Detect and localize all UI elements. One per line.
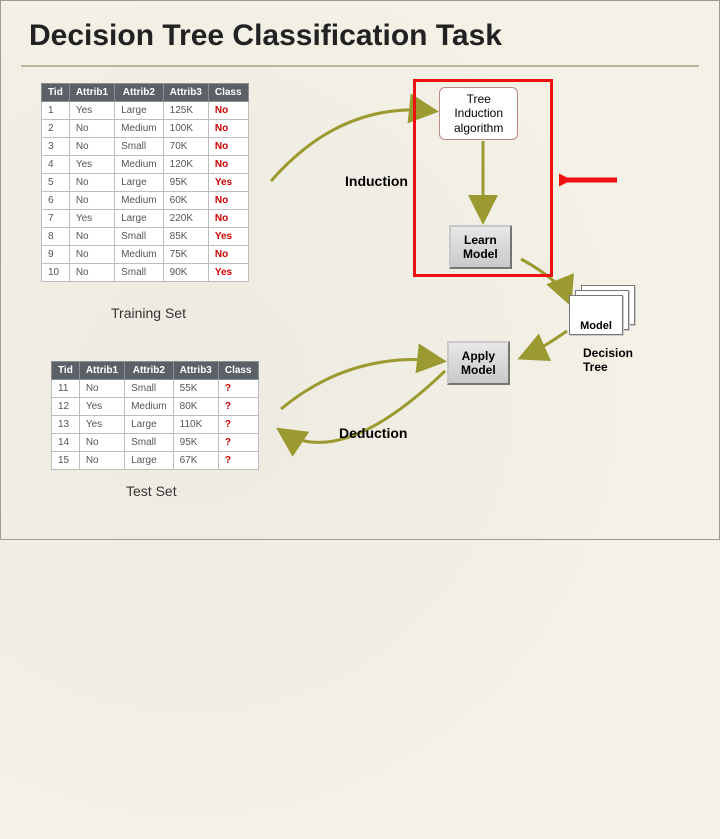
- col-header: Attrib2: [115, 84, 164, 102]
- col-header: Attrib3: [173, 362, 218, 380]
- table-row: 6NoMedium60KNo: [42, 192, 249, 210]
- training-table: TidAttrib1Attrib2Attrib3Class1YesLarge12…: [41, 83, 249, 282]
- col-header: Tid: [42, 84, 70, 102]
- col-header: Attrib3: [163, 84, 208, 102]
- test-caption: Test Set: [126, 483, 177, 499]
- tree-induction-algorithm-box: TreeInductionalgorithm: [439, 87, 518, 140]
- table-row: 13YesLarge110K?: [52, 416, 259, 434]
- table-row: 7YesLarge220KNo: [42, 210, 249, 228]
- training-caption: Training Set: [111, 305, 186, 321]
- page-title: Decision Tree Classification Task: [29, 19, 502, 53]
- model-label: Model: [570, 320, 622, 332]
- induction-label: Induction: [345, 173, 408, 189]
- col-header: Class: [218, 362, 258, 380]
- col-header: Attrib1: [79, 362, 124, 380]
- highlight-arrow-icon: [559, 171, 619, 194]
- table-row: 12YesMedium80K?: [52, 398, 259, 416]
- decision-tree-label: DecisionTree: [583, 347, 633, 375]
- table-row: 9NoMedium75KNo: [42, 246, 249, 264]
- apply-model-box: ApplyModel: [447, 341, 510, 385]
- col-header: Attrib2: [125, 362, 174, 380]
- table-row: 5NoLarge95KYes: [42, 174, 249, 192]
- table-row: 15NoLarge67K?: [52, 452, 259, 470]
- table-row: 3NoSmall70KNo: [42, 138, 249, 156]
- table-row: 1YesLarge125KNo: [42, 102, 249, 120]
- table-row: 4YesMedium120KNo: [42, 156, 249, 174]
- table-row: 10NoSmall90KYes: [42, 264, 249, 282]
- table-row: 2NoMedium100KNo: [42, 120, 249, 138]
- model-stack: Model: [569, 285, 635, 339]
- col-header: Attrib1: [69, 84, 114, 102]
- col-header: Tid: [52, 362, 80, 380]
- col-header: Class: [208, 84, 248, 102]
- title-divider: [21, 65, 699, 67]
- table-row: 11NoSmall55K?: [52, 380, 259, 398]
- table-row: 8NoSmall85KYes: [42, 228, 249, 246]
- table-row: 14NoSmall95K?: [52, 434, 259, 452]
- deduction-label: Deduction: [339, 425, 407, 441]
- learn-model-box: LearnModel: [449, 225, 512, 269]
- test-table: TidAttrib1Attrib2Attrib3Class11NoSmall55…: [51, 361, 259, 470]
